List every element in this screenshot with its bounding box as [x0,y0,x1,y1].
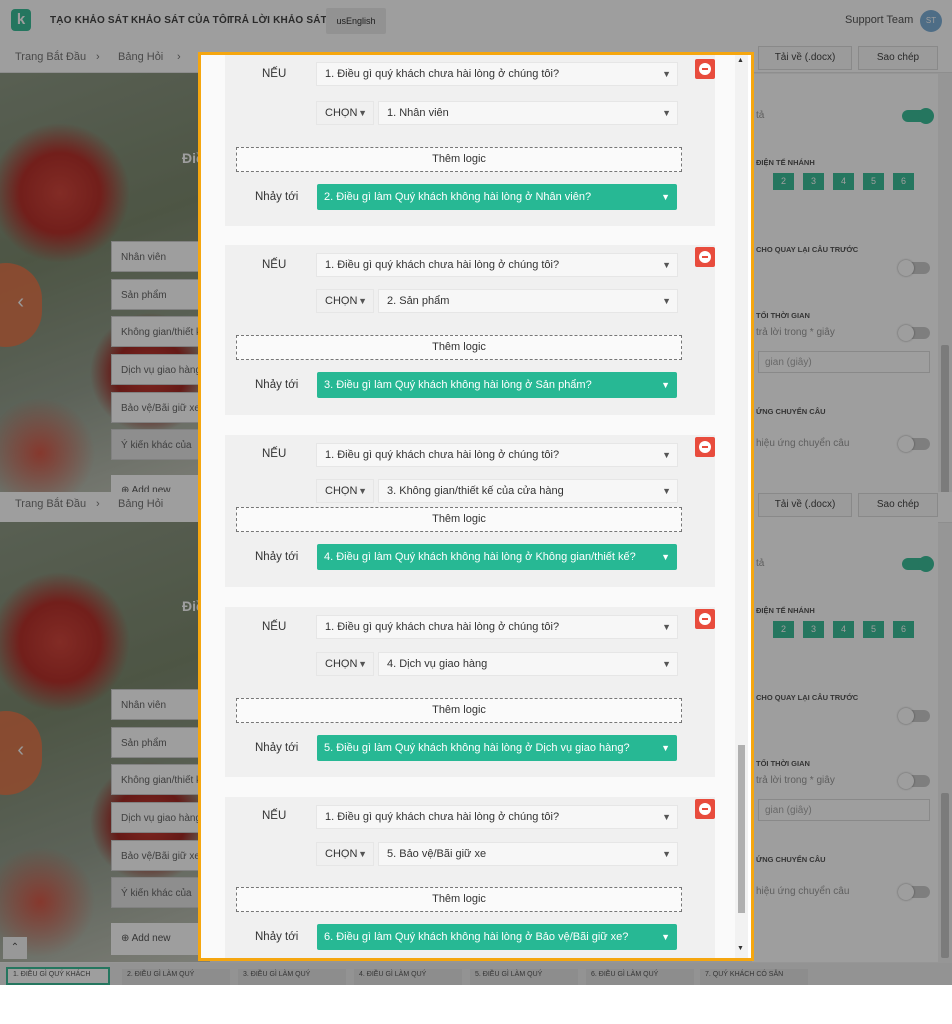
caret-down-icon: ▼ [661,380,670,390]
option-select[interactable]: 4. Dịch vụ giao hàng ▼ [378,652,678,676]
minus-circle-icon [699,441,711,453]
modal-scrollbar[interactable]: ▲ ▼ [735,55,748,958]
jump-target-value: 5. Điều gì làm Quý khách không hài lòng … [324,742,630,754]
condition-select-value: CHỌN [325,848,358,860]
condition-select[interactable]: CHỌN ▼ [316,652,374,676]
delete-rule-button[interactable] [695,437,715,457]
minus-circle-icon [699,803,711,815]
delete-rule-button[interactable] [695,609,715,629]
scrollbar-thumb[interactable] [738,745,745,913]
caret-down-icon: ▼ [358,296,367,306]
jump-target-select[interactable]: 6. Điều gì làm Quý khách không hài lòng … [317,924,677,950]
condition-select[interactable]: CHỌN ▼ [316,101,374,125]
condition-select[interactable]: CHỌN ▼ [316,289,374,313]
option-select[interactable]: 5. Bảo vệ/Bãi giữ xe ▼ [378,842,678,866]
question-select-value: 1. Điều gì quý khách chưa hài lòng ở chú… [325,449,560,461]
add-logic-button[interactable]: Thêm logic [236,335,682,360]
option-select-value: 2. Sản phẩm [387,295,450,307]
caret-down-icon: ▼ [662,450,671,460]
condition-select[interactable]: CHỌN ▼ [316,842,374,866]
option-select[interactable]: 1. Nhân viên ▼ [378,101,678,125]
jump-to-label: Nhảy tới [255,191,299,203]
jump-target-value: 2. Điều gì làm Quý khách không hài lòng … [324,191,592,203]
if-label: NẾU [262,68,287,80]
caret-down-icon: ▼ [662,260,671,270]
caret-down-icon: ▼ [662,108,671,118]
caret-down-icon: ▼ [661,552,670,562]
minus-circle-icon [699,63,711,75]
caret-down-icon: ▼ [358,659,367,669]
if-label: NẾU [262,259,287,271]
question-select[interactable]: 1. Điều gì quý khách chưa hài lòng ở chú… [316,253,678,277]
caret-down-icon: ▼ [661,743,670,753]
caret-down-icon: ▼ [662,486,671,496]
jump-to-label: Nhảy tới [255,379,299,391]
question-select-value: 1. Điều gì quý khách chưa hài lòng ở chú… [325,259,560,271]
add-logic-button[interactable]: Thêm logic [236,147,682,172]
jump-target-select[interactable]: 3. Điều gì làm Quý khách không hài lòng … [317,372,677,398]
scroll-up-arrow-icon[interactable]: ▲ [737,57,744,64]
option-select[interactable]: 2. Sản phẩm ▼ [378,289,678,313]
if-label: NẾU [262,621,287,633]
option-select-value: 3. Không gian/thiết kế của cửa hàng [387,485,564,497]
question-select-value: 1. Điều gì quý khách chưa hài lòng ở chú… [325,68,560,80]
question-select[interactable]: 1. Điều gì quý khách chưa hài lòng ở chú… [316,615,678,639]
condition-select-value: CHỌN [325,107,358,119]
option-select-value: 4. Dịch vụ giao hàng [387,658,488,670]
if-label: NẾU [262,810,287,822]
jump-target-value: 4. Điều gì làm Quý khách không hài lòng … [324,551,636,563]
jump-target-select[interactable]: 2. Điều gì làm Quý khách không hài lòng … [317,184,677,210]
option-select[interactable]: 3. Không gian/thiết kế của cửa hàng ▼ [378,479,678,503]
add-logic-button[interactable]: Thêm logic [236,887,682,912]
jump-target-value: 3. Điều gì làm Quý khách không hài lòng … [324,379,592,391]
caret-down-icon: ▼ [358,849,367,859]
add-logic-button[interactable]: Thêm logic [236,698,682,723]
jump-to-label: Nhảy tới [255,931,299,943]
delete-rule-button[interactable] [695,799,715,819]
question-select-value: 1. Điều gì quý khách chưa hài lòng ở chú… [325,621,560,633]
caret-down-icon: ▼ [661,932,670,942]
logic-rule: NẾU 1. Điều gì quý khách chưa hài lòng ở… [225,55,715,226]
add-logic-button[interactable]: Thêm logic [236,507,682,532]
jump-target-select[interactable]: 5. Điều gì làm Quý khách không hài lòng … [317,735,677,761]
logic-modal: NẾU 1. Điều gì quý khách chưa hài lòng ở… [198,52,754,961]
question-select[interactable]: 1. Điều gì quý khách chưa hài lòng ở chú… [316,443,678,467]
option-select-value: 5. Bảo vệ/Bãi giữ xe [387,848,487,860]
caret-down-icon: ▼ [358,108,367,118]
option-select-value: 1. Nhân viên [387,107,449,119]
caret-down-icon: ▼ [662,622,671,632]
logic-rule: NẾU 1. Điều gì quý khách chưa hài lòng ở… [225,607,715,777]
jump-to-label: Nhảy tới [255,551,299,563]
delete-rule-button[interactable] [695,59,715,79]
caret-down-icon: ▼ [662,812,671,822]
caret-down-icon: ▼ [662,69,671,79]
caret-down-icon: ▼ [662,296,671,306]
question-select[interactable]: 1. Điều gì quý khách chưa hài lòng ở chú… [316,805,678,829]
jump-target-value: 6. Điều gì làm Quý khách không hài lòng … [324,931,629,943]
condition-select[interactable]: CHỌN ▼ [316,479,374,503]
caret-down-icon: ▼ [661,192,670,202]
caret-down-icon: ▼ [662,849,671,859]
logic-rules-list: NẾU 1. Điều gì quý khách chưa hài lòng ở… [201,55,735,958]
condition-select-value: CHỌN [325,485,358,497]
delete-rule-button[interactable] [695,247,715,267]
caret-down-icon: ▼ [662,659,671,669]
logic-rule: NẾU 1. Điều gì quý khách chưa hài lòng ở… [225,435,715,587]
question-select-value: 1. Điều gì quý khách chưa hài lòng ở chú… [325,811,560,823]
logic-rule: NẾU 1. Điều gì quý khách chưa hài lòng ở… [225,245,715,415]
minus-circle-icon [699,251,711,263]
condition-select-value: CHỌN [325,658,358,670]
question-select[interactable]: 1. Điều gì quý khách chưa hài lòng ở chú… [316,62,678,86]
caret-down-icon: ▼ [358,486,367,496]
minus-circle-icon [699,613,711,625]
condition-select-value: CHỌN [325,295,358,307]
logic-rule: NẾU 1. Điều gì quý khách chưa hài lòng ở… [225,797,715,958]
jump-to-label: Nhảy tới [255,742,299,754]
jump-target-select[interactable]: 4. Điều gì làm Quý khách không hài lòng … [317,544,677,570]
if-label: NẾU [262,448,287,460]
scroll-down-arrow-icon[interactable]: ▼ [737,945,744,952]
